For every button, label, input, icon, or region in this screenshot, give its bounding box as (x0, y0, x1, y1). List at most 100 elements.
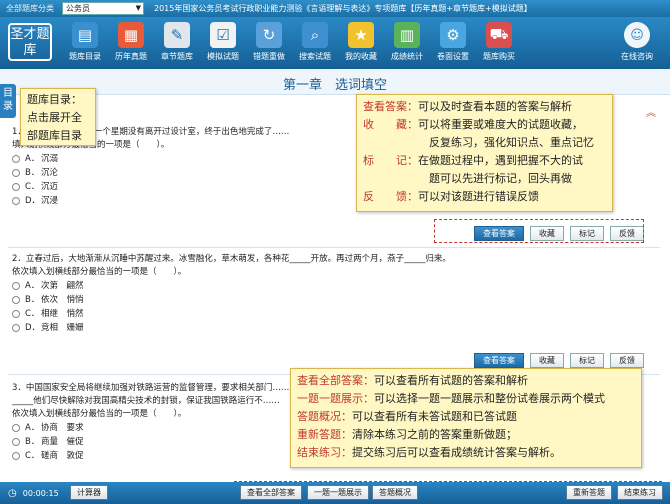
option-row[interactable]: D． 竞相 姗姗 (8, 321, 660, 335)
option-letter: A． (25, 154, 40, 164)
option-radio[interactable] (12, 282, 20, 290)
option-radio[interactable] (12, 438, 20, 446)
toolbar-catalog-button[interactable]: ▤ 题库目录 (62, 17, 108, 62)
callout-line: 收 藏： 可以将重要或难度大的试题收藏， (363, 116, 606, 134)
option-radio[interactable] (12, 452, 20, 460)
chapter-bar: 第一章 选词填空 (0, 69, 670, 95)
toolbar-search-button[interactable]: ⌕ 搜索试题 (292, 17, 338, 62)
cart-icon: ⛟ (486, 22, 512, 48)
toolbar-cart-button[interactable]: ⛟ 题库购买 (476, 17, 522, 62)
online-consult-button[interactable]: ☺ 在线咨询 (612, 22, 662, 62)
toolbar-star-button[interactable]: ★ 我的收藏 (338, 17, 384, 62)
category-value: 公务员 (66, 4, 90, 13)
callout-key: 标 记： (363, 154, 418, 167)
toolbar-notebook-button[interactable]: ✎ 章节题库 (154, 17, 200, 62)
toolbar-label: 模拟试题 (207, 52, 239, 61)
option-letter: C． (25, 182, 40, 192)
option-text: 沉沦 (41, 168, 59, 178)
gear-icon: ⚙ (440, 22, 466, 48)
callout-key: 一题一题展示： (297, 392, 374, 405)
toolbar-label: 我的收藏 (345, 52, 377, 61)
callout-key: 重新答题： (297, 428, 352, 441)
option-letter: D． (25, 323, 41, 333)
callout-line: 查看答案： 可以及时查看本题的答案与解析 (363, 98, 606, 116)
callout-line: 结束练习： 提交练习后可以查看成绩统计答案与解析。 (297, 444, 635, 462)
callout-text: 提交练习后可以查看成绩统计答案与解析。 (352, 446, 561, 459)
option-radio[interactable] (12, 324, 20, 332)
option-radio[interactable] (12, 169, 20, 177)
option-radio[interactable] (12, 197, 20, 205)
calendar-icon: ▦ (118, 22, 144, 48)
option-text: 磋商 敦促 (41, 451, 84, 461)
option-letter: A． (25, 281, 40, 291)
star-icon: ★ (348, 22, 374, 48)
option-radio[interactable] (12, 155, 20, 163)
callout-line: 反 馈： 可以对该题进行错误反馈 (363, 188, 606, 206)
answer-overview-button[interactable]: 答题概况 (372, 485, 418, 500)
option-radio[interactable] (12, 424, 20, 432)
favorite-button[interactable]: 收藏 (530, 353, 564, 368)
view-answer-button[interactable]: 查看答案 (474, 353, 524, 368)
option-text: 协商 要求 (41, 423, 84, 433)
clock-icon: ◷ (8, 487, 17, 499)
category-select[interactable]: 公务员 ▼ (62, 2, 144, 15)
callout-key: 反 馈： (363, 190, 418, 203)
option-text: 沉迈 (41, 182, 59, 192)
restart-button[interactable]: 重新答题 (566, 485, 612, 500)
option-letter: D． (25, 196, 41, 206)
toolbar-redo-button[interactable]: ↻ 错题重做 (246, 17, 292, 62)
directory-callout: 题库目录： 点击展开全 部题库目录 (20, 88, 96, 146)
option-letter: B． (25, 295, 40, 305)
calculator-button[interactable]: 计算器 (70, 485, 108, 500)
top-strip: 全部题库分类 公务员 ▼ 2015年国家公务员考试行政职业能力测验《言语理解与表… (0, 0, 670, 17)
callout-text: 可以及时查看本题的答案与解析 (418, 100, 572, 113)
toolbar-label: 错题重做 (253, 52, 285, 61)
collapse-up-icon[interactable]: ︽ (646, 104, 656, 119)
option-letter: C． (25, 451, 40, 461)
option-row[interactable]: B． 依次 悄悄 (8, 293, 660, 307)
callout-text: 可以将重要或难度大的试题收藏， (418, 118, 583, 131)
catalog-icon: ▤ (72, 22, 98, 48)
option-radio[interactable] (12, 296, 20, 304)
option-letter: C． (25, 309, 40, 319)
option-row[interactable]: A． 次第 翩然 (8, 279, 660, 293)
category-label: 全部题库分类 (6, 4, 54, 13)
callout-line: 题可以先进行标记，回头再做 (363, 170, 606, 188)
feedback-button[interactable]: 反馈 (610, 353, 644, 368)
checklist-icon: ☑ (210, 22, 236, 48)
toolbar-label: 章节题库 (161, 52, 193, 61)
online-consult-label: 在线咨询 (621, 52, 653, 61)
toolbar-stats-button[interactable]: ▥ 成绩统计 (384, 17, 430, 62)
question-actions: 查看答案 收藏 标记 反馈 (474, 353, 644, 368)
option-text: 依次 悄悄 (41, 295, 84, 305)
question-stem: 依次填入划横线部分最恰当的一项是（ ）。 (12, 267, 187, 277)
option-letter: A． (25, 423, 40, 433)
callout-text: 可以查看所有试题的答案和解析 (374, 374, 528, 387)
mark-button[interactable]: 标记 (570, 353, 604, 368)
toolbar-items: ▤ 题库目录 ▦ 历年真题 ✎ 章节题库 ☑ 模拟试题 ↻ 错题重做 ⌕ 搜索试题 ★ 我的收藏 ▥ 成绩统计… (62, 17, 522, 62)
stats-icon: ▥ (394, 22, 420, 48)
option-radio[interactable] (12, 183, 20, 191)
callout-text: 可以对该题进行错误反馈 (418, 190, 539, 203)
finish-button[interactable]: 结束练习 (617, 485, 663, 500)
toolbar-label: 历年真题 (115, 52, 147, 61)
directory-tab[interactable]: 目录 (0, 84, 16, 118)
option-row[interactable]: C． 相继 悄然 (8, 307, 660, 321)
one-by-one-button[interactable]: 一题一题展示 (307, 485, 369, 500)
toolbar-checklist-button[interactable]: ☑ 模拟试题 (200, 17, 246, 62)
toolbar-gear-button[interactable]: ⚙ 卷面设置 (430, 17, 476, 62)
bank-title: 2015年国家公务员考试行政职业能力测验《言语理解与表达》专项题库【历年真题+章… (154, 4, 532, 13)
callout-line: 重新答题： 清除本练习之前的答案重新做题； (297, 426, 635, 444)
chevron-down-icon: ▼ (135, 4, 141, 12)
callout-text: 清除本练习之前的答案重新做题； (352, 428, 517, 441)
option-radio[interactable] (12, 310, 20, 318)
chat-icon: ☺ (624, 22, 650, 48)
view-all-answers-button[interactable]: 查看全部答案 (240, 485, 302, 500)
callout-key: 查看答案： (363, 100, 418, 113)
toolbar-label: 题库购买 (483, 52, 515, 61)
directory-callout-line: 部题库目录 (27, 129, 82, 142)
toolbar-calendar-button[interactable]: ▦ 历年真题 (108, 17, 154, 62)
option-text: 沉溺 (41, 154, 59, 164)
answer-callout: 查看答案： 可以及时查看本题的答案与解析收 藏： 可以将重要或难度大的试题收藏， 反复… (356, 94, 613, 212)
callout-text: 可以选择一题一题展示和整份试卷展示两个模式 (374, 392, 605, 405)
